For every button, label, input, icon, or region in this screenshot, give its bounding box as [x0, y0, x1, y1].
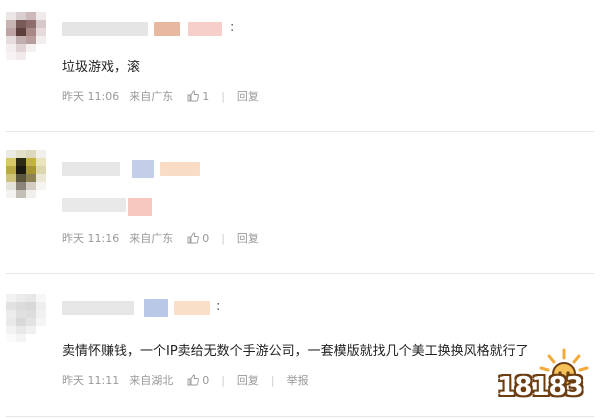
like-count: 1 [202, 89, 210, 103]
name-colon: : [216, 299, 221, 314]
emoji-blurred [128, 198, 152, 216]
avatar[interactable] [6, 294, 46, 350]
like-button[interactable]: 0 [187, 374, 209, 387]
comment-location: 来自广东 [129, 90, 174, 103]
report-button[interactable]: 举报 [287, 372, 309, 388]
user-level-blurred [174, 301, 210, 315]
like-button[interactable]: 1 [187, 90, 209, 103]
logo-text: 18183 [497, 372, 583, 402]
comment-time: 昨天 11:11 [62, 374, 120, 387]
user-badge-blurred [144, 299, 168, 317]
like-count: 0 [202, 231, 210, 245]
comment-text-blurred [62, 198, 126, 212]
thumbs-up-icon [187, 90, 200, 102]
user-badge-blurred [154, 22, 180, 36]
separator: | [221, 89, 225, 103]
separator: | [221, 231, 225, 245]
separator: | [221, 373, 225, 387]
comment-location: 来自广东 [129, 232, 174, 245]
avatar[interactable] [6, 12, 46, 68]
site-logo: 18183 [490, 348, 590, 412]
comment-text: 卖情怀赚钱，一个IP卖给无数个手游公司，一套模版就找几个美工换换风格就行了 [62, 344, 529, 359]
username-blurred[interactable] [62, 301, 134, 315]
divider [6, 416, 594, 417]
comment-time: 昨天 11:06 [62, 90, 120, 103]
reply-button[interactable]: 回复 [237, 230, 259, 246]
like-button[interactable]: 0 [187, 232, 209, 245]
username-blurred[interactable] [62, 22, 148, 36]
user-level-blurred [188, 22, 222, 36]
user-badge-blurred [132, 160, 154, 178]
avatar[interactable] [6, 150, 46, 206]
separator: | [270, 373, 275, 387]
comment-meta: 昨天 11:16 来自广东 0 | 回复 [62, 230, 259, 246]
username-blurred[interactable] [62, 162, 120, 176]
divider [6, 273, 594, 274]
comment-meta: 昨天 11:06 来自广东 1 | 回复 [62, 88, 259, 104]
reply-button[interactable]: 回复 [237, 372, 259, 388]
comment-text: 垃圾游戏，滚 [62, 60, 141, 75]
comment-location: 来自湖北 [129, 374, 174, 387]
comment-time: 昨天 11:16 [62, 232, 120, 245]
divider [6, 131, 594, 132]
name-colon: : [230, 20, 235, 35]
like-count: 0 [202, 373, 210, 387]
reply-button[interactable]: 回复 [237, 88, 259, 104]
user-level-blurred [160, 162, 200, 176]
thumbs-up-icon [187, 374, 200, 386]
comment-meta: 昨天 11:11 来自湖北 0 | 回复 | 举报 [62, 372, 309, 388]
thumbs-up-icon [187, 232, 200, 244]
